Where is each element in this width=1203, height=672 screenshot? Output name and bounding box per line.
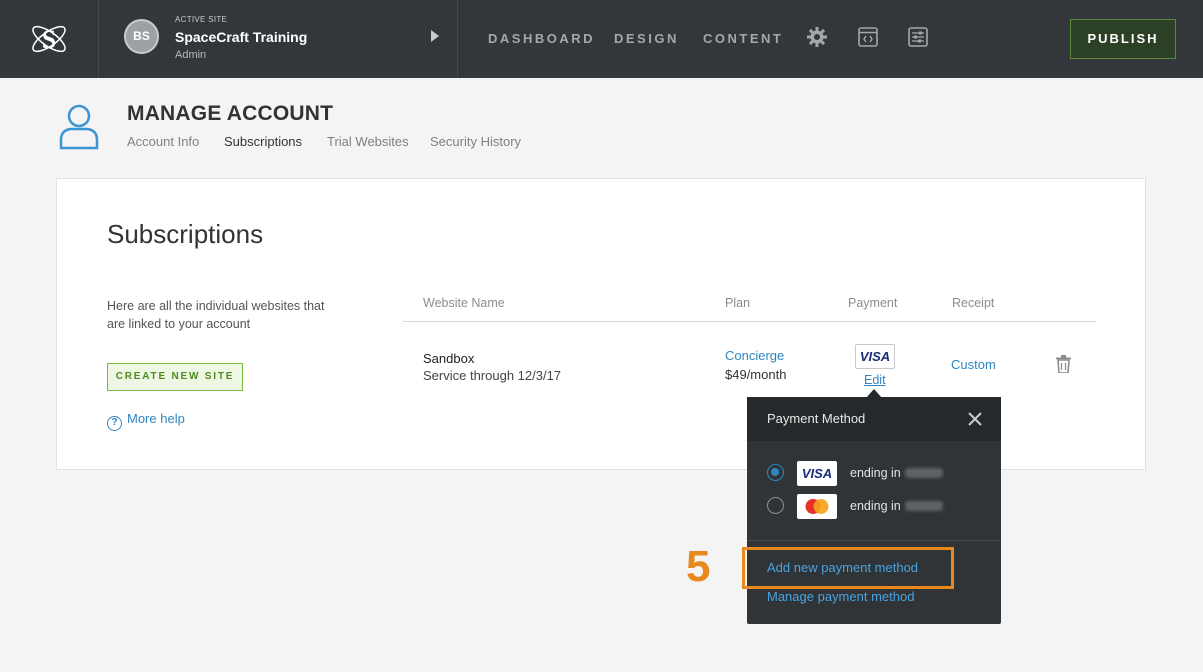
popover-divider [747, 540, 1001, 541]
column-header-website-name: Website Name [423, 296, 505, 310]
website-name: Sandbox [423, 351, 475, 366]
site-role: Admin [175, 49, 207, 61]
highlight-box [742, 547, 954, 589]
active-site-label: ACTIVE SITE [175, 15, 228, 24]
play-arrow-icon[interactable] [431, 30, 439, 42]
payment-method-radio-mastercard[interactable] [767, 497, 784, 514]
nav-content[interactable]: CONTENT [703, 31, 783, 46]
visa-card-icon: VISA [855, 344, 895, 369]
nav-design[interactable]: DESIGN [614, 31, 679, 46]
close-icon[interactable] [967, 411, 983, 427]
code-window-icon[interactable] [857, 26, 879, 48]
page-title: MANAGE ACCOUNT [127, 102, 334, 125]
mastercard-icon [797, 494, 837, 519]
step-number-annotation: 5 [686, 542, 711, 591]
subscriptions-description: Here are all the individual websites tha… [107, 299, 325, 331]
column-header-plan: Plan [725, 296, 751, 310]
payment-edit-link[interactable]: Edit [864, 373, 886, 387]
logo-cell: S [0, 0, 99, 78]
active-site-selector[interactable]: BS ACTIVE SITE SpaceCraft Training Admin [99, 0, 458, 78]
plan-price: $49/month [725, 367, 787, 382]
help-icon: ? [107, 416, 122, 431]
tab-security-history[interactable]: Security History [430, 134, 521, 149]
receipt-link[interactable]: Custom [951, 357, 996, 372]
service-through: Service through 12/3/17 [423, 368, 562, 383]
more-help-label: More help [127, 411, 185, 426]
table-header-divider [403, 321, 1096, 322]
payment-method-popover: Payment Method VISA ending in ending in … [747, 397, 1001, 624]
avatar: BS [124, 19, 159, 54]
publish-button[interactable]: PUBLISH [1070, 19, 1176, 59]
popover-header: Payment Method [747, 397, 1001, 441]
tab-trial-websites[interactable]: Trial Websites [327, 134, 409, 149]
payment-method-label-visa: ending in [850, 466, 943, 480]
column-header-payment: Payment [848, 296, 898, 310]
subscriptions-title: Subscriptions [107, 219, 264, 249]
nav-dashboard[interactable]: DASHBOARD [488, 31, 595, 46]
payment-method-radio-visa[interactable] [767, 464, 784, 481]
top-bar: S BS ACTIVE SITE SpaceCraft Training Adm… [0, 0, 1203, 78]
user-account-icon [59, 104, 99, 150]
gear-icon[interactable] [806, 26, 828, 48]
spacecraft-logo-icon[interactable]: S [28, 18, 70, 60]
tab-subscriptions[interactable]: Subscriptions [224, 134, 302, 149]
payment-method-label-mastercard: ending in [850, 499, 943, 513]
svg-text:S: S [42, 25, 56, 54]
popover-title: Payment Method [767, 411, 866, 426]
plan-link[interactable]: Concierge [725, 348, 784, 363]
column-header-receipt: Receipt [952, 296, 995, 310]
site-name: SpaceCraft Training [175, 29, 308, 45]
sliders-icon[interactable] [907, 26, 929, 48]
trash-icon[interactable] [1056, 355, 1071, 373]
more-help-link[interactable]: ? More help [107, 411, 185, 431]
tab-account-info[interactable]: Account Info [127, 134, 199, 149]
visa-card-icon: VISA [797, 461, 837, 486]
manage-payment-method-link[interactable]: Manage payment method [767, 589, 914, 604]
create-new-site-button[interactable]: CREATE NEW SITE [107, 363, 243, 391]
